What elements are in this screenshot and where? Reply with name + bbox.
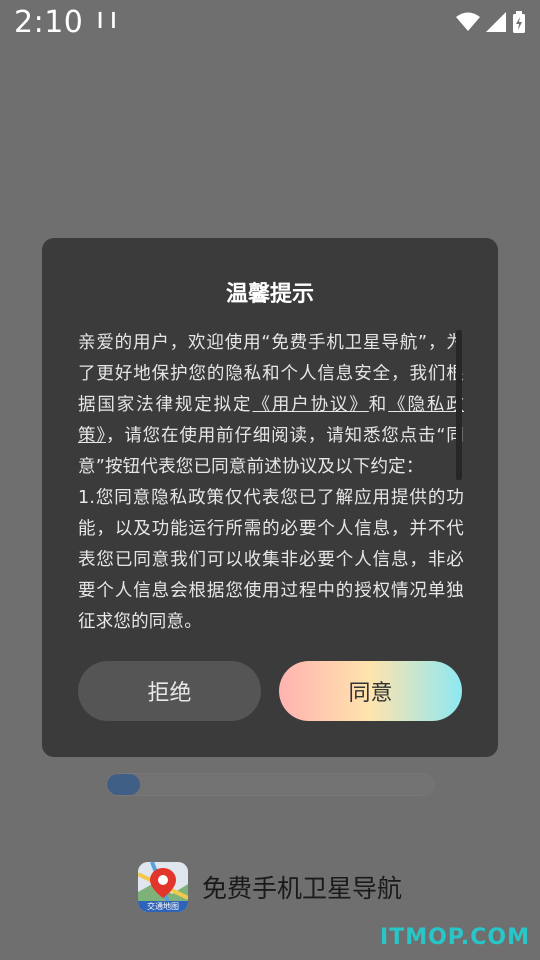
privacy-text-segment: ，请您在使用前仔细阅读，请知悉您点击“同意”按钮代表您已同意前述协议及以下约定： xyxy=(78,426,464,477)
privacy-paragraph-2: 1.您同意隐私政策仅代表您已了解应用提供的功能，以及功能运行所需的必要个人信息，… xyxy=(78,488,464,632)
battery-icon xyxy=(513,11,525,33)
app-logo-label: 交通地图 xyxy=(146,902,179,911)
watermark: ITMOP.COM xyxy=(380,925,530,950)
signal-icon xyxy=(486,12,506,32)
status-right xyxy=(456,11,526,33)
reject-button[interactable]: 拒绝 xyxy=(78,661,261,721)
status-bar: 2:10 ❙❙ xyxy=(0,0,540,44)
user-agreement-link[interactable]: 《用户协议》 xyxy=(252,395,368,415)
privacy-text: 亲爱的用户，欢迎使用“免费手机卫星导航”，为了更好地保护您的隐私和个人信息安全，… xyxy=(78,328,464,634)
loading-progress-bar xyxy=(106,773,434,796)
dialog-body[interactable]: 亲爱的用户，欢迎使用“免费手机卫星导航”，为了更好地保护您的隐私和个人信息安全，… xyxy=(78,328,464,634)
notification-icon: ❙❙ xyxy=(93,8,121,28)
status-time: 2:10 xyxy=(14,4,84,40)
privacy-dialog: 温馨提示 亲爱的用户，欢迎使用“免费手机卫星导航”，为了更好地保护您的隐私和个人… xyxy=(42,238,498,757)
dialog-scrollbar[interactable] xyxy=(456,330,462,480)
privacy-text-segment: 和 xyxy=(368,395,389,415)
dialog-title: 温馨提示 xyxy=(225,282,314,307)
loading-progress-fill xyxy=(107,774,140,795)
wifi-icon xyxy=(456,12,480,31)
app-brand: 交通地图 免费手机卫星导航 xyxy=(0,862,540,912)
privacy-paragraph-1: 亲爱的用户，欢迎使用“免费手机卫星导航”，为了更好地保护您的隐私和个人信息安全，… xyxy=(78,328,464,483)
status-left: 2:10 ❙❙ xyxy=(14,5,120,40)
app-logo: 交通地图 xyxy=(137,862,188,912)
agree-button[interactable]: 同意 xyxy=(279,661,462,721)
app-name: 免费手机卫星导航 xyxy=(201,874,402,903)
